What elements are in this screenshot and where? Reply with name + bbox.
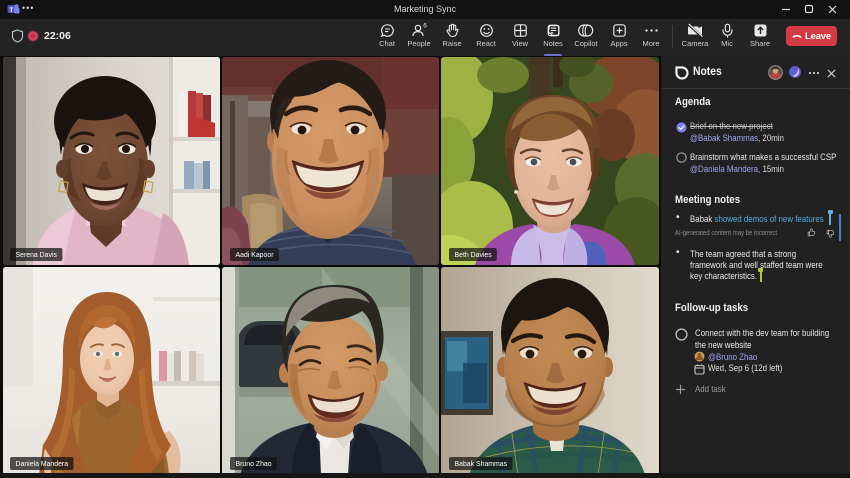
svg-text:T: T xyxy=(9,7,13,14)
svg-text:6: 6 xyxy=(423,23,427,30)
